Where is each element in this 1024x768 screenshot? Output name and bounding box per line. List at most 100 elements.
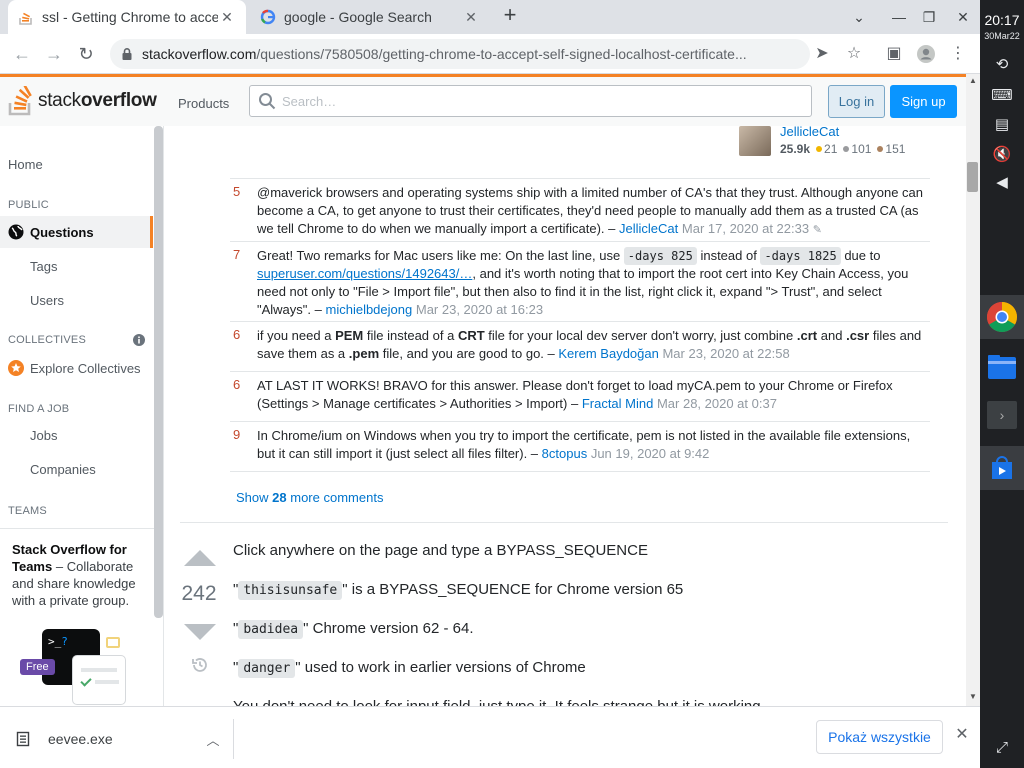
send-to-device-icon[interactable]: ➤: [810, 42, 834, 66]
play-store-app-icon[interactable]: [980, 446, 1024, 490]
comment-date[interactable]: Mar 23, 2020 at 22:58: [662, 346, 789, 361]
answer-paragraph: " badidea " Chrome version 62 - 64.: [233, 620, 474, 639]
lock-icon: [122, 48, 132, 60]
answer-divider: [180, 522, 948, 523]
back-icon[interactable]: ←: [10, 42, 34, 66]
search-icon: [259, 93, 276, 110]
user-reputation: 25.9k 21 101 151: [780, 142, 906, 156]
new-tab-button[interactable]: +: [498, 4, 522, 28]
logo-wordmark: stackoverflow: [38, 90, 157, 111]
history-icon[interactable]: [191, 656, 209, 674]
comment-user-link[interactable]: Fractal Mind: [582, 396, 654, 411]
answer-paragraph: Click anywhere on the page and type a BY…: [233, 542, 648, 559]
nav-home[interactable]: Home: [8, 157, 43, 172]
close-window-icon[interactable]: ✕: [952, 6, 974, 28]
close-download-bar-icon[interactable]: ✕: [952, 725, 972, 745]
download-bar: eevee.exe ︿ Pokaż wszystkie ✕: [0, 706, 980, 768]
upvote-arrow-icon[interactable]: [184, 550, 216, 566]
inline-code: -days 1825: [760, 247, 841, 265]
collapse-arrow-icon[interactable]: ◀: [990, 171, 1014, 195]
comment-user-link[interactable]: michielbdejong: [326, 302, 413, 317]
comment-score: 6: [233, 377, 241, 392]
url-host: stackoverflow.com: [142, 46, 257, 62]
restore-icon[interactable]: ❐: [918, 6, 940, 28]
avatar[interactable]: [739, 126, 771, 156]
volume-mute-icon[interactable]: 🔇: [990, 143, 1014, 167]
minimize-icon[interactable]: —: [888, 6, 910, 28]
nav-users[interactable]: Users: [30, 293, 64, 308]
comment-user-link[interactable]: 8ctopus: [542, 446, 588, 461]
tab-stackoverflow[interactable]: ssl - Getting Chrome to accep ✕: [8, 0, 246, 34]
login-button[interactable]: Log in: [828, 85, 885, 118]
comment: 9 In Chrome/ium on Windows when you try …: [230, 422, 930, 472]
profile-avatar-icon[interactable]: [914, 42, 938, 66]
tab-close-icon[interactable]: ✕: [462, 9, 480, 26]
main-content: JellicleCat 25.9k 21 101 151 5 @maverick br…: [164, 126, 966, 706]
comment-link[interactable]: superuser.com/questions/1492643/…: [257, 266, 472, 281]
chrome-app-icon[interactable]: [980, 295, 1024, 339]
browser-menu-icon[interactable]: ⋮: [946, 42, 970, 66]
url-text: stackoverflow.com/questions/7580508/gett…: [142, 46, 747, 62]
user-card: JellicleCat 25.9k 21 101 151: [739, 126, 939, 156]
signup-button[interactable]: Sign up: [890, 85, 957, 118]
search-input[interactable]: [282, 93, 782, 109]
show-more-comments-link[interactable]: Show 28 more comments: [236, 490, 383, 505]
forward-icon[interactable]: →: [42, 42, 66, 66]
nav-explore-collectives[interactable]: Explore Collectives: [8, 360, 141, 376]
user-name[interactable]: JellicleCat: [780, 126, 839, 139]
comment: 6 if you need a PEM file instead of a CR…: [230, 322, 930, 372]
comment: 7 Great! Two remarks for Mac users like …: [230, 242, 930, 322]
so-logo[interactable]: stackoverflow: [8, 85, 157, 117]
nav-heading-find-a-job: FIND A JOB: [8, 403, 70, 415]
comment-date[interactable]: Mar 28, 2020 at 0:37: [657, 396, 777, 411]
page-scrollbar[interactable]: ▲ ▼: [966, 74, 980, 706]
downvote-arrow-icon[interactable]: [184, 624, 216, 640]
tab-search-icon[interactable]: ⌄: [848, 6, 870, 28]
clock-time[interactable]: 20:17: [980, 12, 1024, 28]
clipboard-icon[interactable]: ▤: [990, 113, 1014, 137]
url-path: /questions/7580508/getting-chrome-to-acc…: [256, 46, 747, 62]
show-all-downloads-button[interactable]: Pokaż wszystkie: [816, 720, 943, 754]
comment-user-link[interactable]: JellicleCat: [619, 221, 678, 236]
screen-rotate-icon[interactable]: ⟲: [990, 53, 1014, 77]
tab-close-icon[interactable]: ✕: [218, 9, 236, 26]
side-panel-icon[interactable]: ▣: [882, 42, 906, 66]
nav-tags[interactable]: Tags: [30, 259, 57, 274]
address-bar[interactable]: stackoverflow.com/questions/7580508/gett…: [110, 39, 810, 69]
chat-bubble-icon: [106, 637, 120, 648]
edit-pencil-icon: ✎: [812, 224, 822, 236]
expand-shelf-icon[interactable]: ⤢: [990, 736, 1014, 760]
sidebar-scrollbar[interactable]: [154, 126, 163, 618]
chevron-up-icon[interactable]: ︿: [203, 730, 223, 749]
nav-heading-public: PUBLIC: [8, 199, 49, 211]
inline-code: thisisunsafe: [238, 581, 343, 600]
keyboard-icon[interactable]: ⌨: [990, 84, 1014, 108]
inline-code: -days 825: [623, 247, 697, 265]
globe-icon: [8, 224, 24, 240]
comment-score: 6: [233, 327, 241, 342]
comment-date[interactable]: Mar 23, 2020 at 16:23: [416, 302, 543, 317]
nav-jobs[interactable]: Jobs: [30, 428, 57, 443]
download-item[interactable]: eevee.exe ︿: [16, 719, 234, 759]
reload-icon[interactable]: ↻: [74, 42, 98, 66]
nav-questions[interactable]: Questions: [0, 216, 153, 248]
comment-date[interactable]: Jun 19, 2020 at 9:42: [591, 446, 710, 461]
terminal-app-icon[interactable]: ›: [980, 393, 1024, 437]
tab-title: google - Google Search: [284, 9, 432, 25]
nav-heading-collectives: COLLECTIVES: [8, 334, 87, 346]
teams-promo-text: Stack Overflow for Teams – Collaborate a…: [12, 542, 136, 608]
inline-code: badidea: [238, 620, 304, 639]
comment-body: Great! Two remarks for Mac users like me…: [257, 247, 909, 317]
comment-date[interactable]: Mar 17, 2020 at 22:33: [682, 221, 809, 236]
tab-google[interactable]: google - Google Search ✕: [250, 0, 490, 34]
page-scrollbar-thumb[interactable]: [967, 162, 978, 192]
search-box[interactable]: [249, 85, 812, 117]
comment-user-link[interactable]: Kerem Baydoğan: [558, 346, 658, 361]
nav-companies[interactable]: Companies: [30, 462, 96, 477]
files-app-icon[interactable]: [980, 345, 1024, 389]
google-favicon-icon: [260, 9, 276, 25]
comment-body: @maverick browsers and operating systems…: [257, 185, 923, 236]
bookmark-star-icon[interactable]: ☆: [842, 42, 866, 66]
info-icon[interactable]: [133, 334, 145, 346]
products-menu[interactable]: Products: [170, 92, 237, 115]
